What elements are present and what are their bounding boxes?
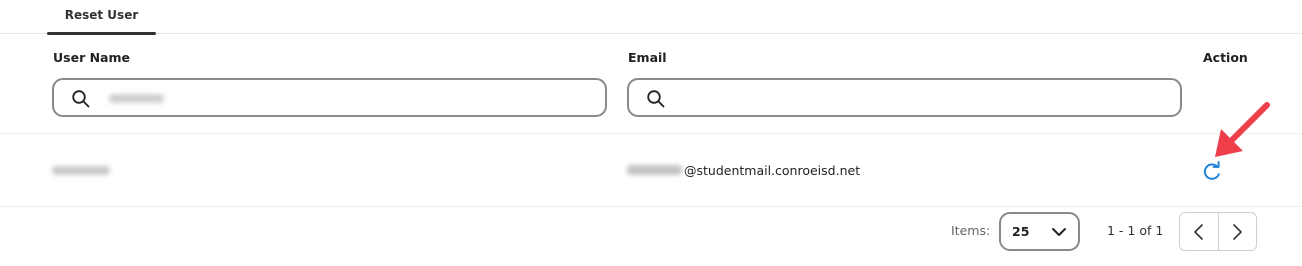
chevron-left-icon [1193,223,1203,240]
active-tab-indicator [47,32,156,35]
items-per-page-value: 25 [1012,224,1030,239]
chevron-right-icon [1233,223,1243,240]
previous-page-button[interactable] [1180,213,1218,250]
email-local-part-redacted [627,165,682,175]
tab-reset-user[interactable]: Reset User [47,0,156,35]
chevron-down-icon [1052,228,1066,236]
items-per-page-select[interactable]: 25 [999,212,1080,251]
pagination-range: 1 - 1 of 1 [1107,223,1164,238]
user-name-filter-input[interactable] [52,78,607,117]
email-cell: @studentmail.conroeisd.net [627,161,860,179]
email-filter-input[interactable] [627,78,1182,117]
user-name-filter-value [109,94,164,103]
refresh-icon [1203,161,1220,180]
column-header-email: Email [628,50,667,65]
row-divider [0,206,1302,207]
next-page-button[interactable] [1218,213,1256,250]
column-header-action: Action [1203,50,1248,65]
tab-bar: Reset User [0,0,1302,35]
user-name-cell [52,166,110,175]
email-domain-text: @studentmail.conroeisd.net [684,162,861,178]
header-divider [0,133,1302,134]
reset-user-button[interactable] [1199,158,1225,184]
search-icon [72,90,90,108]
search-icon [647,90,665,108]
items-per-page-label: Items: [951,223,991,238]
column-header-user-name: User Name [53,50,130,65]
tab-label: Reset User [64,8,139,22]
pagination-controls [1179,212,1257,251]
